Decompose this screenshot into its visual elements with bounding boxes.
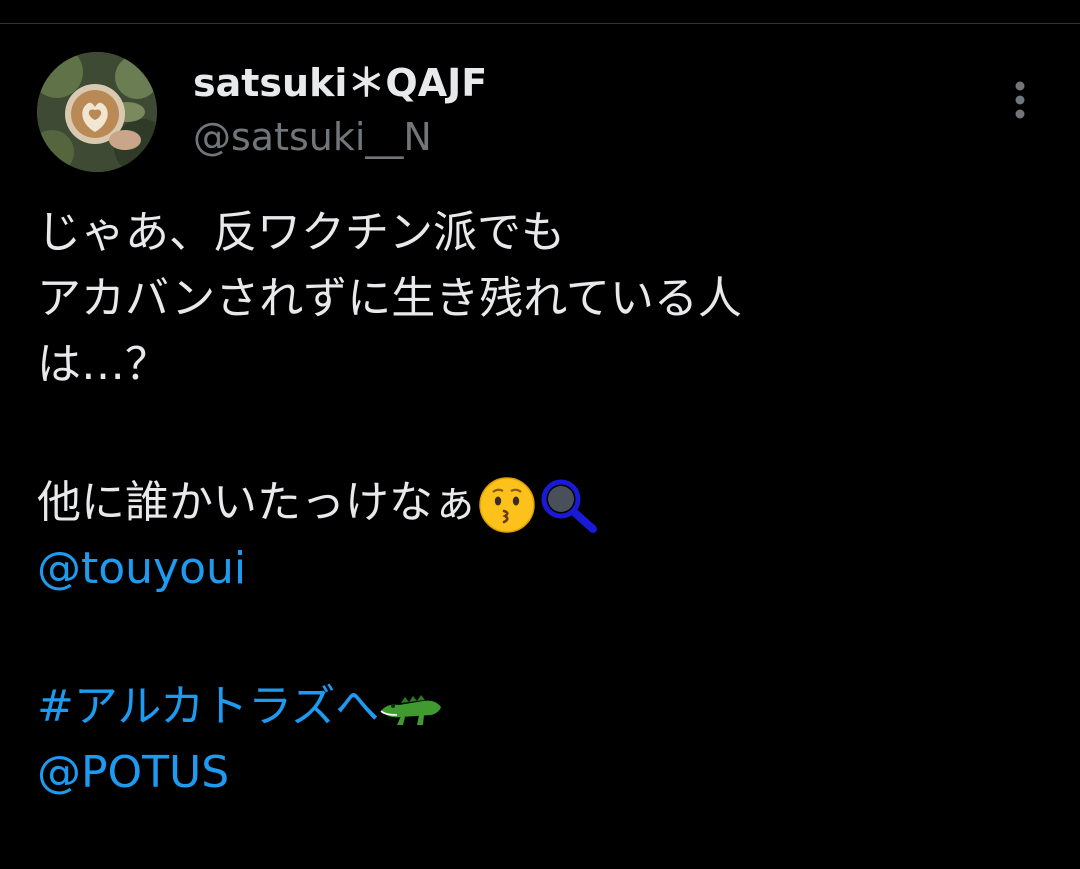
tweet[interactable]: satsuki＊QAJF @satsuki__N じゃあ、反ワクチン派でも アカ… xyxy=(0,24,1080,869)
tweet-text-line: じゃあ、反ワクチン派でも xyxy=(37,207,565,258)
latte-art-avatar-icon xyxy=(37,52,157,172)
hashtag-link[interactable]: #アルカトラズへ xyxy=(37,681,379,732)
tweet-text-line: @touyoui xyxy=(37,536,1047,602)
tweet-text-line: 他に誰かいたっけなぁ xyxy=(37,470,1047,536)
tweet-text-line: #アルカトラズへ xyxy=(37,674,1047,740)
tweet-text-line: @POTUS xyxy=(37,740,1047,806)
author-handle[interactable]: @satsuki__N xyxy=(193,113,432,161)
tweet-text-line: は…？ xyxy=(37,339,169,390)
tweet-text-fragment: 他に誰かいたっけなぁ xyxy=(37,477,477,528)
mention-link-potus[interactable]: @POTUS xyxy=(37,747,229,798)
author-display-name[interactable]: satsuki＊QAJF xyxy=(193,59,487,107)
avatar[interactable] xyxy=(37,52,157,172)
tweet-text-line: アカバンされずに生き残れている人 xyxy=(37,273,742,324)
more-options-button[interactable] xyxy=(1000,78,1040,122)
mention-link-touyoui[interactable]: @touyoui xyxy=(37,543,246,594)
crocodile-emoji-icon xyxy=(379,687,443,731)
magnifying-glass-emoji-icon xyxy=(537,475,599,535)
tweet-text: じゃあ、反ワクチン派でも アカバンされずに生き残れている人 は…？ 他に誰かいた… xyxy=(37,200,1047,806)
more-vertical-icon xyxy=(1015,81,1025,119)
kissing-face-emoji-icon xyxy=(477,475,537,535)
